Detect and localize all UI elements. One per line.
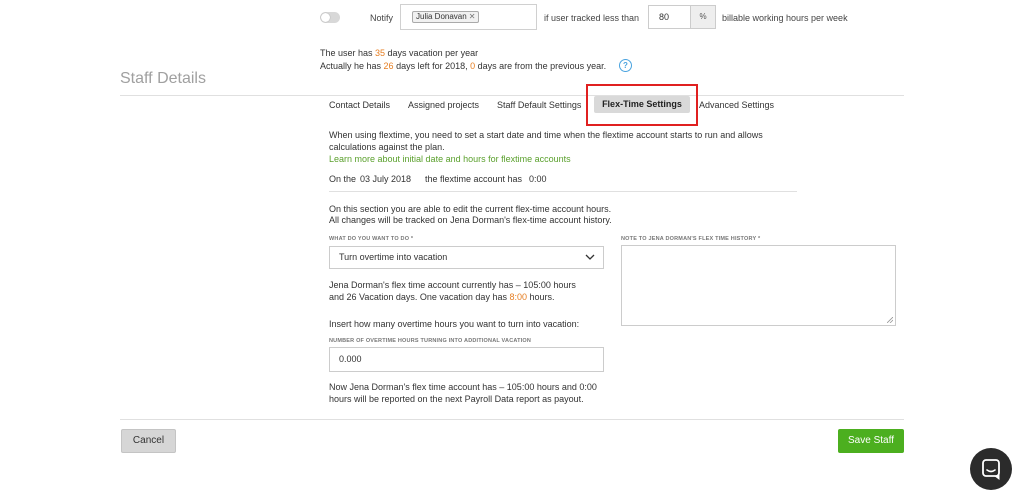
percent-addon: % xyxy=(690,5,716,29)
chevron-down-icon xyxy=(585,254,595,260)
note-textarea[interactable] xyxy=(621,245,896,326)
what-to-do-label: WHAT DO YOU WANT TO DO * xyxy=(329,236,414,242)
insert-prompt: Insert how many overtime hours you want … xyxy=(329,319,580,329)
account-has-label: the flextime account has xyxy=(425,174,523,184)
toggle-knob xyxy=(321,13,330,22)
save-staff-button[interactable]: Save Staff xyxy=(838,429,904,453)
hours-threshold-input[interactable]: 80 xyxy=(648,5,691,29)
cancel-button[interactable]: Cancel xyxy=(121,429,176,453)
vacation-days-left: 26 xyxy=(383,61,394,71)
footer-divider xyxy=(120,419,904,420)
chat-widget-button[interactable] xyxy=(970,448,1012,490)
tab-contact-details[interactable]: Contact Details xyxy=(329,100,390,110)
result-line2: hours will be reported on the next Payro… xyxy=(329,394,584,404)
billable-hours-label: billable working hours per week xyxy=(722,13,848,23)
notify-user-select[interactable]: Julia Donavan ✕ xyxy=(400,4,537,30)
tab-assigned-projects[interactable]: Assigned projects xyxy=(408,100,479,110)
overtime-hours-input[interactable]: 0.000 xyxy=(329,347,604,372)
user-tag: Julia Donavan ✕ xyxy=(412,11,480,23)
content-divider xyxy=(329,191,797,192)
notify-toggle[interactable] xyxy=(320,12,340,23)
user-tag-label: Julia Donavan xyxy=(416,12,467,21)
section-title: Staff Details xyxy=(120,70,206,87)
notify-label: Notify xyxy=(370,13,394,23)
flextime-intro: When using flextime, you need to set a s… xyxy=(329,130,763,152)
highlight-box xyxy=(586,84,698,126)
number-label: NUMBER OF OVERTIME HOURS TURNING INTO AD… xyxy=(329,338,532,344)
vacation-days-total: 35 xyxy=(375,48,386,58)
remove-tag-icon[interactable]: ✕ xyxy=(469,12,476,21)
result-line1: Now Jena Dorman's flex time account has … xyxy=(329,382,597,392)
section-divider xyxy=(120,95,904,96)
resize-handle-icon[interactable] xyxy=(887,317,893,323)
start-date-value: 03 July 2018 xyxy=(360,174,412,184)
vacation-day-hours: 8:00 xyxy=(509,292,527,302)
current-balance-line1: Jena Dorman's flex time account currentl… xyxy=(329,280,576,290)
learn-more-link[interactable]: Learn more about initial date and hours … xyxy=(329,154,571,164)
help-icon[interactable]: ? xyxy=(619,59,632,72)
what-to-do-value: Turn overtime into vacation xyxy=(339,252,448,262)
tab-staff-default-settings[interactable]: Staff Default Settings xyxy=(497,100,581,110)
vacation-per-year-text: The user has 35 days vacation per year xyxy=(320,48,479,58)
start-date-label: On the xyxy=(329,174,357,184)
if-tracked-label: if user tracked less than xyxy=(544,13,640,23)
what-to-do-select[interactable]: Turn overtime into vacation xyxy=(329,246,604,269)
start-hours-value: 0:00 xyxy=(529,174,547,184)
edit-info-line2: All changes will be tracked on Jena Dorm… xyxy=(329,215,612,225)
current-balance-line2: and 26 Vacation days. One vacation day h… xyxy=(329,292,555,302)
vacation-left-text: Actually he has 26 days left for 2018, 0… xyxy=(320,61,607,71)
note-label: NOTE TO JENA DORMAN'S FLEX TIME HISTORY … xyxy=(621,236,761,242)
tab-advanced-settings[interactable]: Advanced Settings xyxy=(699,100,774,110)
chat-icon xyxy=(982,459,1000,480)
